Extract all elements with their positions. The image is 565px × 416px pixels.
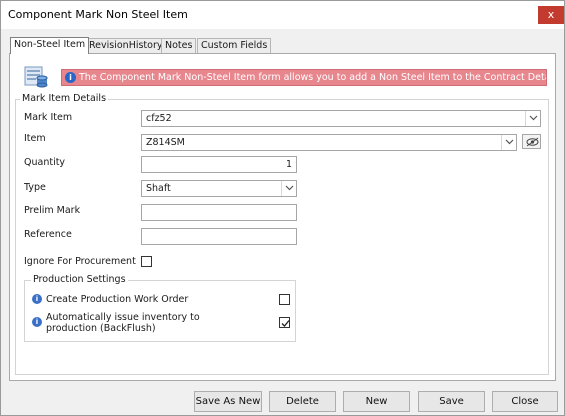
mark-item-label: Mark Item xyxy=(24,112,73,123)
quantity-label: Quantity xyxy=(24,157,66,168)
item-lookup-button[interactable] xyxy=(522,134,541,149)
create-work-order-label: Create Production Work Order xyxy=(46,294,189,305)
checkmark-icon xyxy=(281,320,290,327)
close-window-button[interactable]: x xyxy=(538,6,564,24)
reference-field[interactable] xyxy=(141,228,297,245)
item-value: Z814SM xyxy=(146,137,185,148)
create-work-order-checkbox[interactable] xyxy=(279,294,290,305)
prelim-mark-label: Prelim Mark xyxy=(24,205,81,216)
quantity-field[interactable]: 1 xyxy=(141,156,297,173)
auto-issue-label: Automatically issue inventory to product… xyxy=(46,312,200,334)
chevron-down-icon[interactable] xyxy=(281,181,296,196)
tab-custom-fields[interactable]: Custom Fields xyxy=(197,38,272,53)
ignore-procurement-checkbox[interactable] xyxy=(141,256,152,267)
save-as-new-button[interactable]: Save As New xyxy=(194,391,262,412)
type-value: Shaft xyxy=(146,183,171,194)
chevron-down-icon[interactable] xyxy=(501,135,516,150)
tab-non-steel-item[interactable]: Non-Steel Item xyxy=(10,37,90,54)
mark-item-details-title: Mark Item Details xyxy=(20,93,109,104)
auto-issue-checkbox[interactable] xyxy=(279,317,290,328)
eye-icon xyxy=(526,137,539,147)
chevron-down-icon[interactable] xyxy=(525,111,540,126)
info-icon: i xyxy=(65,72,76,83)
type-combo[interactable]: Shaft xyxy=(141,180,297,197)
new-button[interactable]: New xyxy=(343,391,410,412)
info-icon: i xyxy=(32,317,42,327)
delete-button[interactable]: Delete xyxy=(269,391,336,412)
save-button[interactable]: Save xyxy=(418,391,485,412)
type-label: Type xyxy=(24,182,46,193)
info-message: The Component Mark Non-Steel Item form a… xyxy=(79,72,546,83)
item-combo[interactable]: Z814SM xyxy=(141,134,517,151)
prelim-mark-field[interactable] xyxy=(141,204,297,221)
close-button[interactable]: Close xyxy=(492,391,558,412)
window-title: Component Mark Non Steel Item xyxy=(8,8,188,21)
reference-label: Reference xyxy=(24,229,72,240)
dialog-window: Component Mark Non Steel Item x Non-Stee… xyxy=(0,0,565,416)
production-settings-title: Production Settings xyxy=(31,274,128,285)
info-banner: i The Component Mark Non-Steel Item form… xyxy=(61,69,547,86)
ignore-procurement-label: Ignore For Procurement xyxy=(24,256,136,267)
tab-panel: i The Component Mark Non-Steel Item form… xyxy=(9,53,556,381)
info-icon: i xyxy=(32,294,42,304)
tab-revision-history[interactable]: RevisionHistory xyxy=(85,38,167,53)
database-form-icon xyxy=(24,66,48,88)
mark-item-value: cfz52 xyxy=(146,113,172,124)
tab-notes[interactable]: Notes xyxy=(161,38,197,53)
title-bar: Component Mark Non Steel Item x xyxy=(1,1,564,29)
item-label: Item xyxy=(24,133,46,144)
mark-item-combo[interactable]: cfz52 xyxy=(141,110,541,127)
button-bar: Save As New Delete New Save Close xyxy=(1,383,564,415)
